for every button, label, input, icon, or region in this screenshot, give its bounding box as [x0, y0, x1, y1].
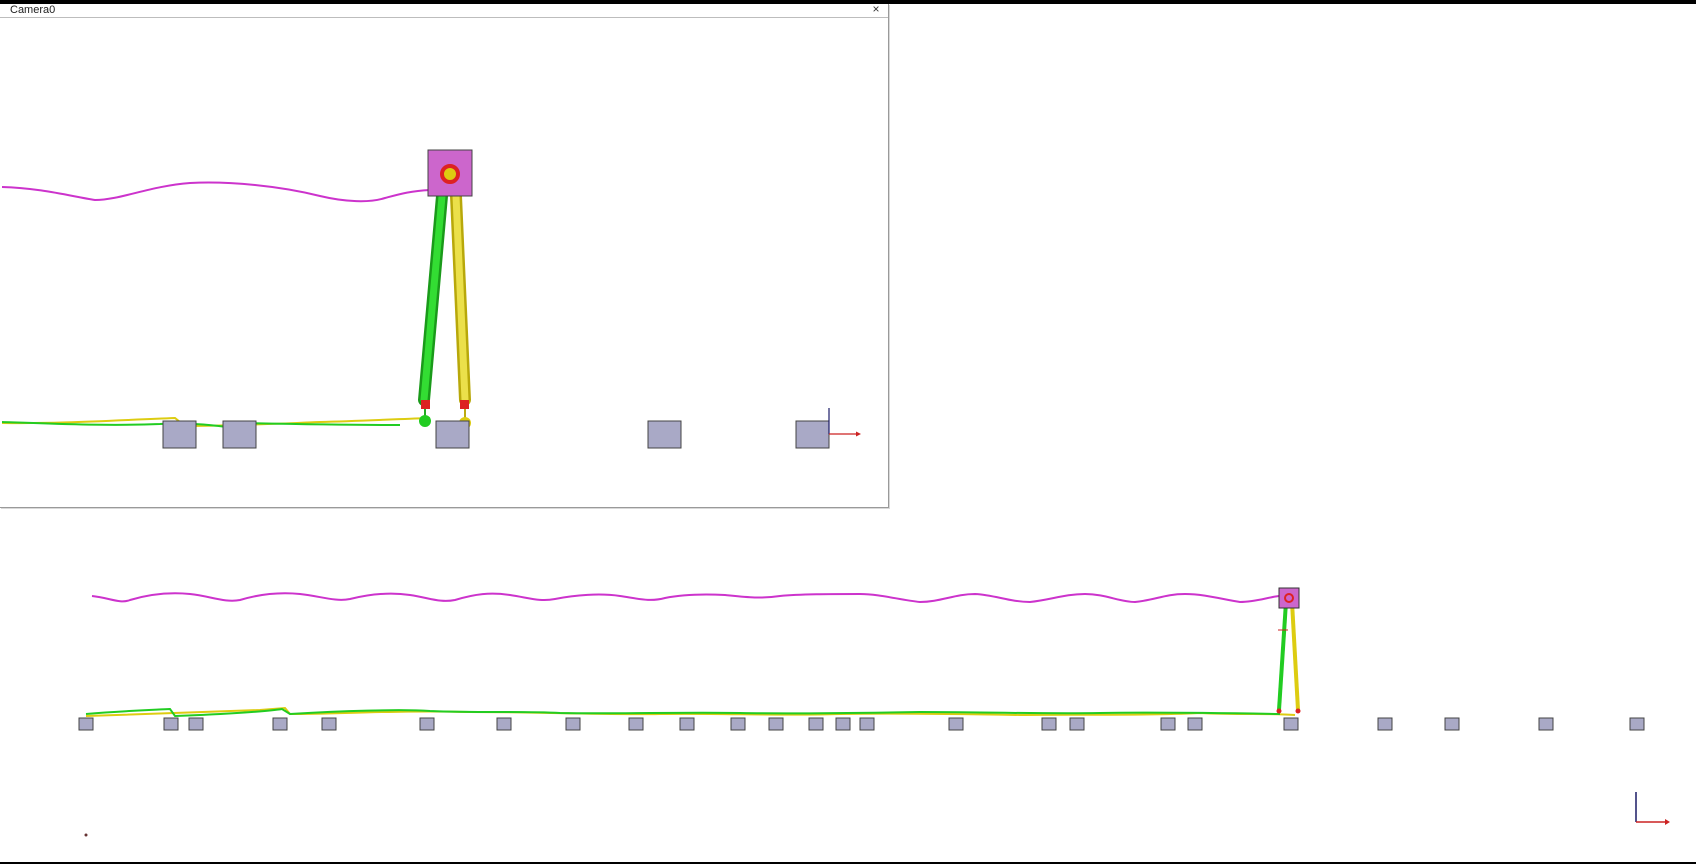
camera-titlebar[interactable]: Camera0 × [0, 4, 888, 18]
axis-gizmo-icon [1635, 792, 1670, 825]
camera-view[interactable] [0, 18, 887, 506]
body-trajectory-line [1, 181, 431, 203]
axis-gizmo-icon [828, 408, 861, 437]
obstacle-row [78, 717, 1645, 731]
camera-window[interactable]: Camera0 × [0, 4, 889, 508]
origin-marker-icon [84, 833, 88, 837]
body-trajectory-line [91, 592, 1291, 604]
green-foot-trajectory [1, 421, 401, 430]
robot-small[interactable] [1276, 587, 1301, 714]
simulation-viewport[interactable]: Camera0 × [0, 4, 1696, 862]
robot-large[interactable] [418, 149, 473, 429]
close-icon[interactable]: × [870, 4, 882, 16]
camera-title: Camera0 [10, 4, 56, 16]
